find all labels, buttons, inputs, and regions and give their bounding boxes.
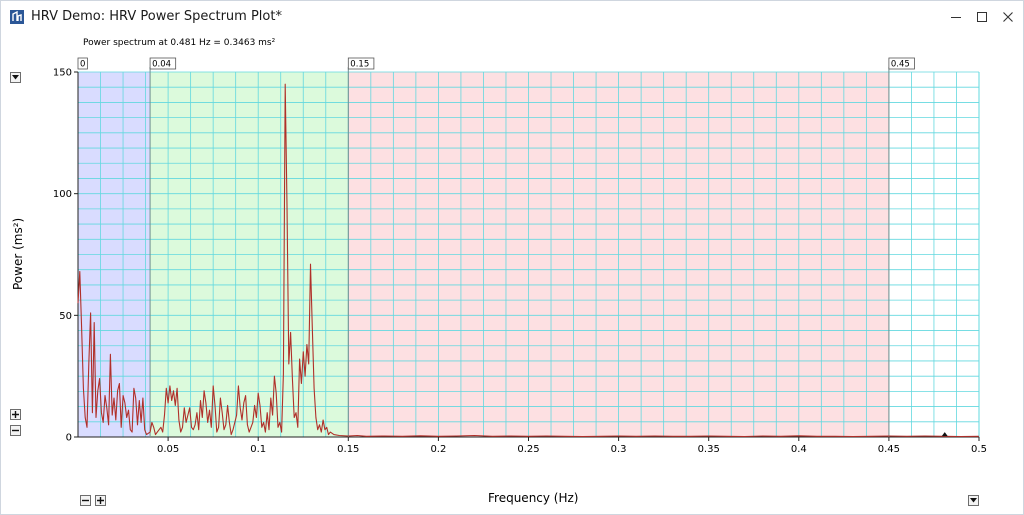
x-axis-label: Frequency (Hz) <box>488 491 579 505</box>
y-axis-dropdown-button[interactable] <box>10 72 21 83</box>
band-label-2: 0.15 <box>347 57 375 70</box>
x-axis-dropdown-button[interactable] <box>968 495 979 506</box>
x-tick-label: 0.15 <box>337 444 359 455</box>
x-tick-label: 0.3 <box>611 444 627 455</box>
y-zoom-in-button[interactable] <box>10 409 21 420</box>
minus-icon <box>12 429 19 432</box>
x-tick-label: 0.1 <box>250 444 266 455</box>
x-tick-label: 0.25 <box>517 444 539 455</box>
band-label-0: 0 <box>77 57 88 70</box>
minus-icon <box>82 499 89 502</box>
y-tick-label: 0 <box>66 433 72 444</box>
plus-icon <box>12 411 19 418</box>
x-tick-label: 0.05 <box>157 444 179 455</box>
y-tick-label: 100 <box>53 189 72 200</box>
y-zoom-out-button[interactable] <box>10 425 21 436</box>
x-tick-label: 0.4 <box>791 444 807 455</box>
x-tick-label: 0.35 <box>698 444 720 455</box>
x-tick-label: 0.45 <box>878 444 900 455</box>
band-label-text: 0.04 <box>152 60 171 70</box>
plus-icon <box>97 497 104 504</box>
power-spectrum-plot[interactable]: 0 0.04 0.15 0.45 0 50 100 150 0.05 0.1 0.15 0.2 0.25… <box>1 1 1023 514</box>
app-window: HRV Demo: HRV Power Spectrum Plot* Power… <box>0 0 1024 515</box>
band-label-text: 0 <box>80 60 85 70</box>
band-label-1: 0.04 <box>149 57 177 70</box>
band-label-3: 0.45 <box>888 57 915 70</box>
x-tick-label: 0.2 <box>430 444 446 455</box>
band-label-text: 0.15 <box>350 60 369 70</box>
y-axis-label: Power (ms²) <box>11 217 25 290</box>
chevron-down-icon <box>12 75 19 80</box>
chevron-down-icon <box>970 498 977 503</box>
band-label-text: 0.45 <box>891 60 910 70</box>
x-tick-label: 0.5 <box>971 444 987 455</box>
x-zoom-in-button[interactable] <box>95 495 106 506</box>
x-zoom-out-button[interactable] <box>80 495 91 506</box>
y-tick-label: 150 <box>53 68 72 79</box>
y-tick-label: 50 <box>59 311 72 322</box>
grid-lines <box>77 71 980 438</box>
